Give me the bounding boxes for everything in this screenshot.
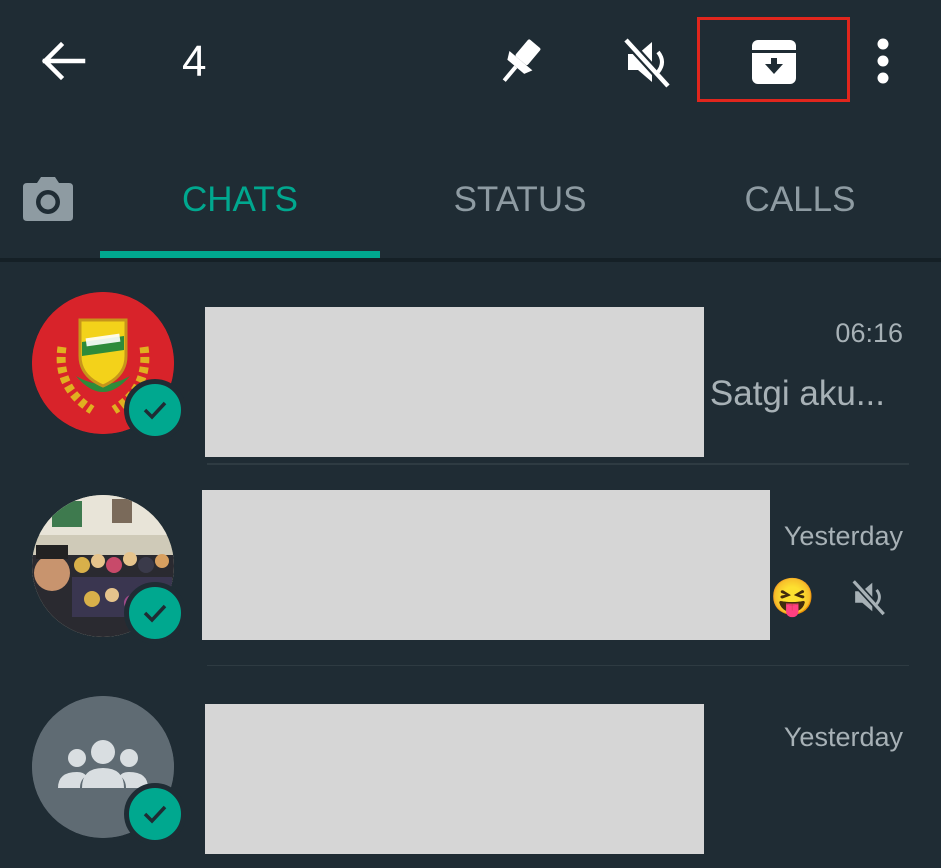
selected-check-badge — [124, 379, 186, 441]
chat-time: Yesterday — [783, 521, 903, 551]
mute-icon — [851, 579, 887, 617]
whatsapp-chat-list-screen: 4 CHATS STATUS CALLS 06:16 Satgi aku... … — [0, 0, 941, 868]
checkmark-icon — [143, 805, 167, 824]
muted-indicator — [848, 577, 888, 622]
tab-status[interactable]: STATUS — [380, 175, 660, 225]
pin-icon — [502, 39, 541, 82]
checkmark-icon — [143, 604, 167, 623]
mute-button[interactable] — [610, 26, 682, 98]
redacted-chat-name — [205, 307, 704, 457]
tab-camera[interactable] — [14, 165, 82, 233]
chat-time: 06:16 — [835, 318, 903, 348]
pin-button[interactable] — [484, 28, 554, 98]
chat-list-item[interactable]: Yesterday 😝 — [0, 465, 941, 665]
selected-count: 4 — [182, 37, 207, 86]
redacted-chat-name — [202, 490, 770, 640]
more-vert-icon — [877, 38, 889, 84]
tab-bar: CHATS STATUS CALLS — [0, 125, 941, 262]
more-options-button[interactable] — [862, 28, 904, 94]
checkmark-icon — [143, 401, 167, 420]
back-arrow-icon — [41, 41, 86, 81]
selection-action-bar: 4 — [0, 0, 941, 125]
back-button[interactable] — [30, 28, 96, 94]
chat-time: Yesterday — [783, 722, 903, 752]
active-tab-indicator — [100, 251, 380, 258]
selected-check-badge — [124, 783, 186, 845]
chat-list-item[interactable]: Yesterday — [0, 666, 941, 868]
mute-icon — [622, 36, 672, 90]
chat-message-preview-emoji: 😝 — [770, 576, 815, 617]
chat-message-preview: Satgi aku... — [709, 374, 885, 413]
tab-calls[interactable]: CALLS — [660, 175, 940, 225]
camera-icon — [23, 177, 73, 221]
chat-list-item[interactable]: 06:16 Satgi aku... — [0, 262, 941, 464]
selected-check-badge — [124, 582, 186, 644]
archive-icon — [752, 40, 796, 84]
tab-chats[interactable]: CHATS — [100, 175, 380, 225]
archive-button[interactable] — [740, 26, 808, 98]
redacted-chat-name — [205, 704, 704, 854]
